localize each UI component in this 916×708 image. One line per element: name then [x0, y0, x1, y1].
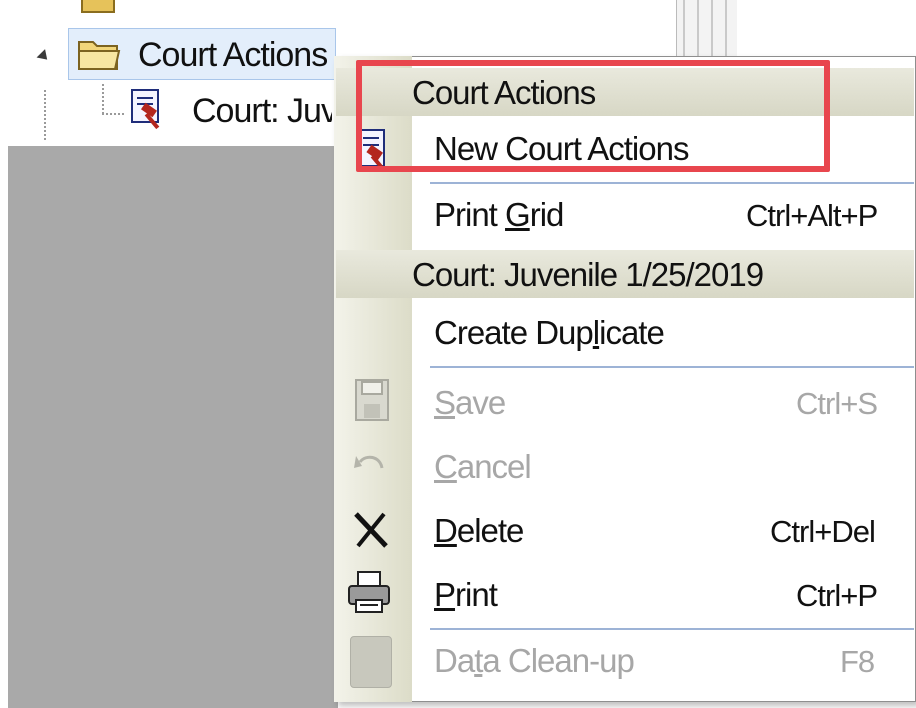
scrollbar-thumb[interactable] — [676, 0, 737, 56]
menu-item-label: Create Duplicate — [434, 314, 665, 351]
menu-item-shortcut: Ctrl+S — [796, 386, 878, 421]
menu-separator — [430, 628, 914, 630]
highlight-annotation-box — [356, 60, 830, 172]
detail-panel-background — [8, 146, 338, 708]
printer-icon — [348, 571, 390, 613]
menu-item-shortcut: Ctrl+Alt+P — [746, 198, 878, 233]
menu-item-shortcut: F8 — [840, 644, 875, 679]
tree-connector-line — [102, 113, 124, 115]
menu-separator — [430, 182, 914, 184]
tree-node-label: Court: Juv — [192, 92, 332, 130]
folder-open-icon — [78, 41, 121, 70]
menu-item-label: Print Grid — [434, 196, 564, 233]
menu-item-cancel[interactable] — [336, 436, 914, 496]
menu-item-label: Data Clean-up — [434, 642, 635, 679]
menu-section-label: Court: Juvenile 1/25/2019 — [412, 256, 764, 293]
menu-item-shortcut: Ctrl+P — [796, 578, 878, 613]
court-document-gavel-icon — [131, 89, 160, 130]
menu-item-shortcut: Ctrl+Del — [770, 514, 876, 549]
menu-item-label: Cancel — [434, 448, 532, 485]
menu-item-label: Save — [434, 384, 506, 421]
delete-x-icon — [354, 512, 388, 548]
save-disk-icon — [355, 379, 389, 421]
data-cleanup-icon — [350, 636, 392, 688]
menu-item-label: Delete — [434, 512, 524, 549]
folder-icon — [81, 0, 115, 13]
tree-node-label: Court Actions — [138, 36, 328, 74]
tree-connector-line — [44, 90, 46, 140]
tree-node-court-juvenile[interactable]: Court: Juv — [192, 92, 332, 131]
menu-item-label: Print — [434, 576, 498, 613]
tree-connector-line — [102, 84, 104, 114]
menu-separator — [430, 366, 914, 368]
undo-icon — [354, 455, 384, 469]
